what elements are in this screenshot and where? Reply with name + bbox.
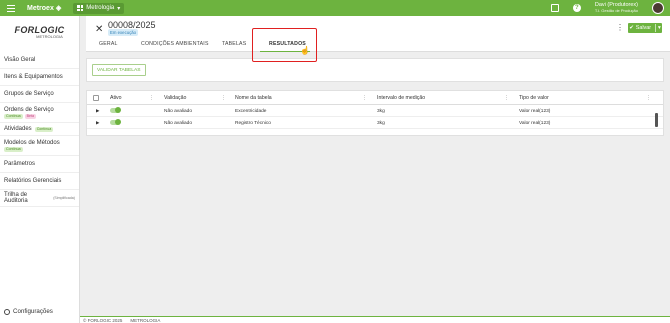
expand-icon[interactable]: ▶ [96,120,99,126]
divider [655,24,657,32]
kebab-icon[interactable]: ⋮ [616,23,624,32]
status-badge: Beta [24,113,36,119]
gear-icon [4,308,10,315]
module-label: Metrologia [86,5,115,11]
table-header: Ativo ⋮ Validação ⋮ Nome da tabela ⋮ Int… [87,91,663,105]
column-header-label: Tipo de valor [519,95,549,101]
actions-panel: VALIDAR TABELAS [86,58,664,82]
column-header-label: Validação [164,95,187,101]
save-label: Salvar [635,25,652,31]
sidebar-item-label: Trilha de Auditoria [4,192,28,204]
grid-icon [77,5,84,11]
brand-name: Metroex [27,4,54,12]
sidebar-item-label: Modelos de Métodos [4,139,60,146]
brand-mark-icon: ◈ [55,5,62,12]
hand-cursor-icon: ☝ [300,46,310,55]
table-row[interactable]: ▶ Não avaliado Registro Técnico 3kg Valo… [87,117,663,129]
tab-geral[interactable]: GERAL [99,41,118,47]
column-menu-icon[interactable]: ⋮ [221,95,226,101]
sidebar-item-atividades[interactable]: Atividades Contínua [0,123,79,136]
sidebar-item-label: Visão Geral [4,57,36,63]
results-table: Ativo ⋮ Validação ⋮ Nome da tabela ⋮ Int… [86,90,664,136]
brand-logo: Metroex ◈ [27,4,62,13]
config-label: Configurações [13,308,53,315]
column-menu-icon[interactable]: ⋮ [362,95,367,101]
intervalo-cell: 3kg [377,120,385,126]
tab-condicoes-ambientais[interactable]: CONDIÇÕES AMBIENTAIS [141,41,209,47]
column-header-validacao[interactable]: Validação ⋮ [164,95,226,101]
sidebar-item-relatorios[interactable]: Relatórios Gerenciais [0,173,79,190]
tab-tabelas[interactable]: TABELAS [222,41,246,47]
user-role: T.I. Gestão de Produção [594,8,638,13]
logo-subtext: METROLOGIA [36,34,63,39]
column-header-label: Ativo [110,95,122,101]
sidebar-item-parametros[interactable]: Parâmetros [0,156,79,173]
nome-cell: Registro Técnico [235,120,271,126]
column-menu-icon[interactable]: ⋮ [646,95,651,101]
edit-icon[interactable] [550,4,559,12]
column-header-label: Nome da tabela [235,95,272,101]
sidebar-item-modelos[interactable]: Modelos de Métodos Contínua [0,136,79,156]
user-info[interactable]: Davi (Produtorex) T.I. Gestão de Produçã… [595,2,638,14]
column-header-nome[interactable]: Nome da tabela ⋮ [235,95,367,101]
avatar[interactable] [652,2,664,14]
footer-copyright: © FORLOGIC 2025 [83,317,123,323]
chevron-down-icon[interactable]: ▾ [658,25,661,31]
annotation-highlight [252,28,317,62]
status-badge: Contínua [4,146,23,152]
select-all-checkbox[interactable] [93,95,99,101]
ativo-toggle[interactable] [110,118,121,125]
column-header-label: Intervalo de medição [377,95,426,101]
validar-tabelas-button[interactable]: VALIDAR TABELAS [92,64,146,76]
ativo-toggle[interactable] [110,106,121,113]
module-selector[interactable]: Metrologia ▾ [73,2,125,14]
menu-icon[interactable] [7,4,15,12]
top-bar: Metroex ◈ Metrologia ▾ ? Davi (Produtore… [0,0,670,16]
save-button[interactable]: ✔ Salvar ▾ [628,23,662,33]
scrollbar-thumb[interactable] [655,113,658,127]
tipo-cell: Valor real(123) [519,108,551,114]
tab-bar: GERAL CONDIÇÕES AMBIENTAIS TABELAS RESUL… [86,41,670,51]
status-badge: Contínua [34,126,54,132]
sidebar-item-ordens[interactable]: Ordens de Serviço Contínua Beta [0,103,79,123]
sidebar-item-hint: (Simplificada) [53,196,75,200]
tipo-cell: Valor real(123) [519,120,551,126]
sidebar-item-itens[interactable]: Itens & Equipamentos [0,69,79,86]
sidebar-item-visao-geral[interactable]: Visão Geral [0,52,79,69]
nome-cell: Excentricidade [235,108,267,114]
forlogic-logo: FORLOGIC METROLOGIA [0,16,79,44]
sidebar-item-label: Parâmetros [4,161,36,167]
status-badge: Contínua [4,113,23,119]
footer: © FORLOGIC 2025 METROLOGIA [80,316,670,323]
column-header-tipo[interactable]: Tipo de valor ⋮ [519,95,651,101]
validacao-cell: Não avaliado [164,120,193,126]
column-menu-icon[interactable]: ⋮ [504,95,509,101]
sidebar-item-label: Grupos de Serviço [4,91,54,97]
sidebar-item-grupos[interactable]: Grupos de Serviço [0,86,79,103]
config-link[interactable]: Configurações [4,308,53,315]
validacao-cell: Não avaliado [164,108,193,114]
help-icon[interactable]: ? [572,4,581,12]
status-badge: Em execução [108,29,139,36]
sidebar-item-label: Ordens de Serviço [4,106,54,113]
check-icon: ✔ [629,25,634,31]
sidebar-item-label: Itens & Equipamentos [4,74,63,80]
column-header-ativo[interactable]: Ativo ⋮ [110,95,154,101]
sidebar-item-trilha[interactable]: Trilha de Auditoria (Simplificada) [0,190,79,207]
column-menu-icon[interactable]: ⋮ [149,95,154,101]
chevron-down-icon: ▾ [117,5,121,12]
intervalo-cell: 3kg [377,108,385,114]
table-scrollbar[interactable] [655,105,658,135]
main-content: ✕ 00008/2025 Em execução ⋮ ✔ Salvar ▾ GE… [86,16,670,316]
column-header-intervalo[interactable]: Intervalo de medição ⋮ [377,95,509,101]
expand-icon[interactable]: ▶ [96,108,99,114]
footer-module: METROLOGIA [130,317,161,323]
close-icon[interactable]: ✕ [95,24,103,35]
record-header: ✕ 00008/2025 Em execução ⋮ ✔ Salvar ▾ GE… [86,16,670,53]
sidebar-item-label: Atividades [4,126,32,132]
table-row[interactable]: ▶ Não avaliado Excentricidade 3kg Valor … [87,105,663,117]
sidebar-item-label: Relatórios Gerenciais [4,178,62,184]
sidebar: FORLOGIC METROLOGIA Visão Geral Itens & … [0,16,80,323]
